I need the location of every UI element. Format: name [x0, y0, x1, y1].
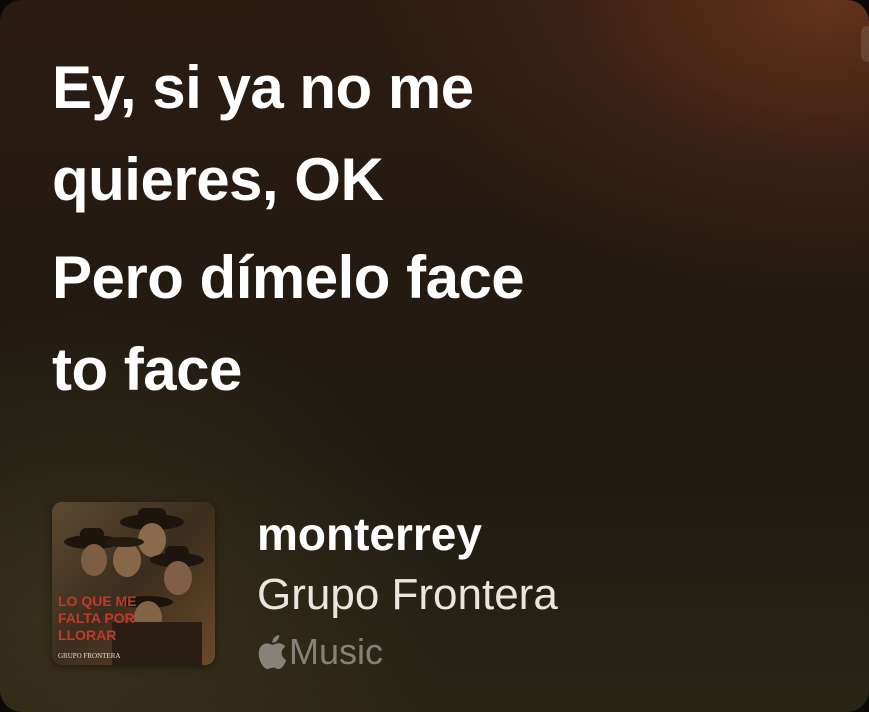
apple-music-badge[interactable]: Music: [257, 630, 383, 674]
service-label: Music: [289, 631, 384, 672]
album-artwork-image: LO QUE ME FALTA POR LLORAR GRUPO FRONTER…: [52, 502, 215, 665]
album-text-1: LO QUE ME: [58, 593, 137, 609]
lyrics-share-card: Ey, si ya no me quieres, OK Pero dímelo …: [0, 0, 869, 712]
lyric-line-1: Ey, si ya no me quieres, OK: [52, 54, 474, 213]
artist-name[interactable]: Grupo Frontera: [257, 568, 558, 622]
apple-icon: [257, 635, 287, 670]
album-band-text: GRUPO FRONTERA: [58, 652, 120, 660]
edge-handle: [861, 26, 869, 62]
album-text-3: LLORAR: [58, 627, 116, 643]
lyrics-block: Ey, si ya no me quieres, OK Pero dímelo …: [52, 42, 832, 422]
song-title[interactable]: monterrey: [257, 506, 482, 562]
album-artwork[interactable]: LO QUE ME FALTA POR LLORAR GRUPO FRONTER…: [52, 502, 215, 665]
album-text-2: FALTA POR: [58, 610, 135, 626]
lyric-line-2: Pero dímelo face to face: [52, 244, 525, 403]
now-playing-info[interactable]: LO QUE ME FALTA POR LLORAR GRUPO FRONTER…: [52, 502, 812, 672]
